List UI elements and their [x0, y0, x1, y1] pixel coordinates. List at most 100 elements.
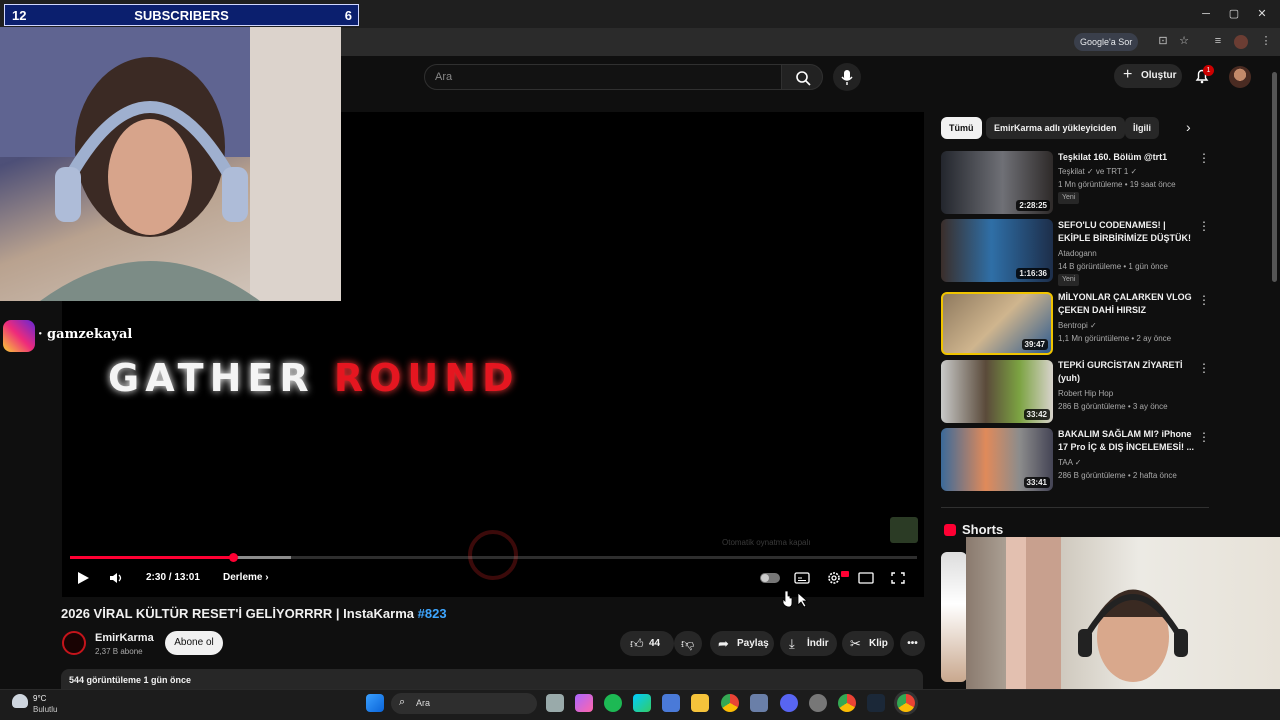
- rec-new-badge: Yeni: [1058, 274, 1080, 286]
- app-icon[interactable]: [809, 694, 827, 712]
- rec-title[interactable]: Teşkilat 160. Bölüm @trt1: [1058, 151, 1196, 164]
- rec-channel[interactable]: Bentropi ✓: [1058, 319, 1208, 332]
- rec-channel[interactable]: Atadogann: [1058, 247, 1208, 260]
- chrome-icon[interactable]: [838, 694, 856, 712]
- video-title-hashtag[interactable]: #823: [418, 606, 447, 621]
- subtitles-icon: [794, 572, 810, 584]
- rec-thumbnail[interactable]: 33:42: [941, 360, 1053, 423]
- copilot-icon[interactable]: [575, 694, 593, 712]
- rec-menu-icon[interactable]: ⋮: [1198, 219, 1210, 233]
- rec-menu-icon[interactable]: ⋮: [1198, 361, 1210, 375]
- rec-channel[interactable]: Teşkilat ✓ ve TRT 1 ✓: [1058, 165, 1208, 178]
- rec-title[interactable]: TEPKİ GURCİSTAN ZİYARETİ (yuh): [1058, 359, 1196, 385]
- spotify-icon[interactable]: [604, 694, 622, 712]
- chrome-active-icon[interactable]: [897, 694, 915, 712]
- chapter-button[interactable]: Derleme ›: [223, 569, 269, 587]
- subscribe-button[interactable]: Abone ol: [165, 631, 223, 655]
- hand-cursor-icon: [782, 590, 793, 608]
- reading-list-icon[interactable]: ≡: [1211, 34, 1225, 48]
- autoplay-note: Otomatik oynatma kapalı: [722, 538, 811, 547]
- discord-icon[interactable]: [780, 694, 798, 712]
- install-app-icon[interactable]: ⊡: [1156, 34, 1170, 48]
- steam-icon[interactable]: [867, 694, 885, 712]
- chip-all[interactable]: Tümü: [941, 117, 982, 139]
- sidebar-divider: [941, 507, 1209, 508]
- streamer-webcam: [0, 27, 341, 301]
- theater-mode-button[interactable]: [858, 569, 874, 587]
- window-maximize-button[interactable]: ▢: [1226, 6, 1242, 22]
- rec-menu-icon[interactable]: ⋮: [1198, 430, 1210, 444]
- chips-next-icon[interactable]: ›: [1186, 119, 1191, 135]
- share-icon: ➦: [718, 636, 729, 651]
- channel-watermark-logo: [468, 530, 518, 580]
- more-actions-button[interactable]: •••: [900, 631, 925, 656]
- rec-channel[interactable]: Robert Hip Hop: [1058, 387, 1208, 400]
- clip-label: Klip: [869, 638, 888, 649]
- rec-thumbnail[interactable]: 1:16:36: [941, 219, 1053, 282]
- clip-button[interactable]: ✂ Klip: [842, 631, 894, 656]
- user-avatar[interactable]: [1229, 66, 1251, 88]
- dislike-button[interactable]: 👎︎: [674, 631, 702, 656]
- rec-menu-icon[interactable]: ⋮: [1198, 293, 1210, 307]
- play-button[interactable]: [76, 569, 90, 587]
- rec-title[interactable]: MİLYONLAR ÇALARKEN VLOG ÇEKEN DAHİ HIRSI…: [1058, 291, 1196, 317]
- edge-icon[interactable]: [633, 694, 651, 712]
- voice-search-button[interactable]: [833, 63, 861, 91]
- hd-badge: [841, 571, 849, 577]
- download-button[interactable]: ⤓ İndir: [780, 631, 837, 656]
- google-sor-button[interactable]: Google'a Sor: [1074, 33, 1139, 51]
- bookmark-star-icon[interactable]: ☆: [1177, 34, 1191, 48]
- rec-duration: 1:16:36: [1016, 268, 1050, 279]
- chip-from-uploader[interactable]: EmirKarma adlı yükleyiciden: [986, 117, 1125, 139]
- task-view-icon[interactable]: [546, 694, 564, 712]
- window-close-button[interactable]: ✕: [1254, 6, 1270, 22]
- corner-watermark: [890, 517, 918, 543]
- rec-new-badge: Yeni: [1058, 192, 1080, 204]
- rec-title[interactable]: BAKALIM SAĞLAM MI? iPhone 17 Pro İÇ & DI…: [1058, 428, 1196, 454]
- microphone-icon: [841, 70, 853, 85]
- subtitles-button[interactable]: [794, 569, 810, 587]
- search-button[interactable]: [781, 64, 823, 90]
- rec-thumbnail[interactable]: 39:47: [941, 292, 1053, 355]
- window-minimize-button[interactable]: ─: [1198, 6, 1214, 22]
- rec-meta: 1,1 Mn görüntüleme • 2 ay önce: [1058, 334, 1172, 343]
- like-button[interactable]: 👍︎ 44: [620, 631, 674, 656]
- store-icon[interactable]: [662, 694, 680, 712]
- scissors-icon: ✂: [850, 636, 861, 651]
- volume-button[interactable]: [108, 569, 124, 587]
- rec-thumbnail[interactable]: 33:41: [941, 428, 1053, 491]
- like-count: 44: [649, 638, 661, 649]
- progress-scrubber[interactable]: [228, 553, 238, 562]
- chrome-icon[interactable]: [721, 694, 739, 712]
- app-icon[interactable]: [750, 694, 768, 712]
- subscriber-counter-overlay: 12 SUBSCRIBERS 6: [4, 4, 359, 26]
- weather-temperature[interactable]: 9°C: [33, 694, 46, 703]
- page-scrollbar[interactable]: [1272, 72, 1277, 282]
- rec-channel[interactable]: TAA ✓: [1058, 456, 1208, 469]
- cloud-icon[interactable]: [12, 694, 28, 708]
- taskbar-search[interactable]: ⌕ Ara: [391, 693, 537, 714]
- autoplay-toggle[interactable]: [760, 573, 780, 583]
- chip-related[interactable]: İlgili: [1125, 117, 1159, 139]
- rec-title[interactable]: SEFO'LU CODENAMES! | EKİPLE BİRBİRİMİZE …: [1058, 219, 1196, 245]
- taskbar-search-label: Ara: [416, 698, 431, 708]
- weather-description[interactable]: Bulutlu: [33, 705, 57, 714]
- rec-thumbnail[interactable]: 2:28:25: [941, 151, 1053, 214]
- fullscreen-button[interactable]: [890, 569, 906, 587]
- browser-menu-icon[interactable]: ⋮: [1259, 34, 1273, 48]
- file-explorer-icon[interactable]: [691, 694, 709, 712]
- rec-meta: 1 Mn görüntüleme • 19 saat önce: [1058, 180, 1176, 189]
- create-button[interactable]: + Oluştur: [1114, 64, 1182, 88]
- share-button[interactable]: ➦ Paylaş: [710, 631, 774, 656]
- search-input[interactable]: Ara: [424, 64, 782, 90]
- channel-name[interactable]: EmirKarma: [95, 632, 154, 644]
- short-thumbnail[interactable]: [941, 552, 967, 682]
- rec-duration: 2:28:25: [1016, 200, 1050, 211]
- profile-avatar[interactable]: [1234, 35, 1248, 49]
- volume-icon: [110, 573, 122, 583]
- rec-menu-icon[interactable]: ⋮: [1198, 151, 1210, 165]
- start-button[interactable]: [366, 694, 384, 712]
- settings-button[interactable]: [826, 569, 842, 587]
- instagram-icon: [3, 320, 35, 352]
- channel-avatar[interactable]: [62, 631, 86, 655]
